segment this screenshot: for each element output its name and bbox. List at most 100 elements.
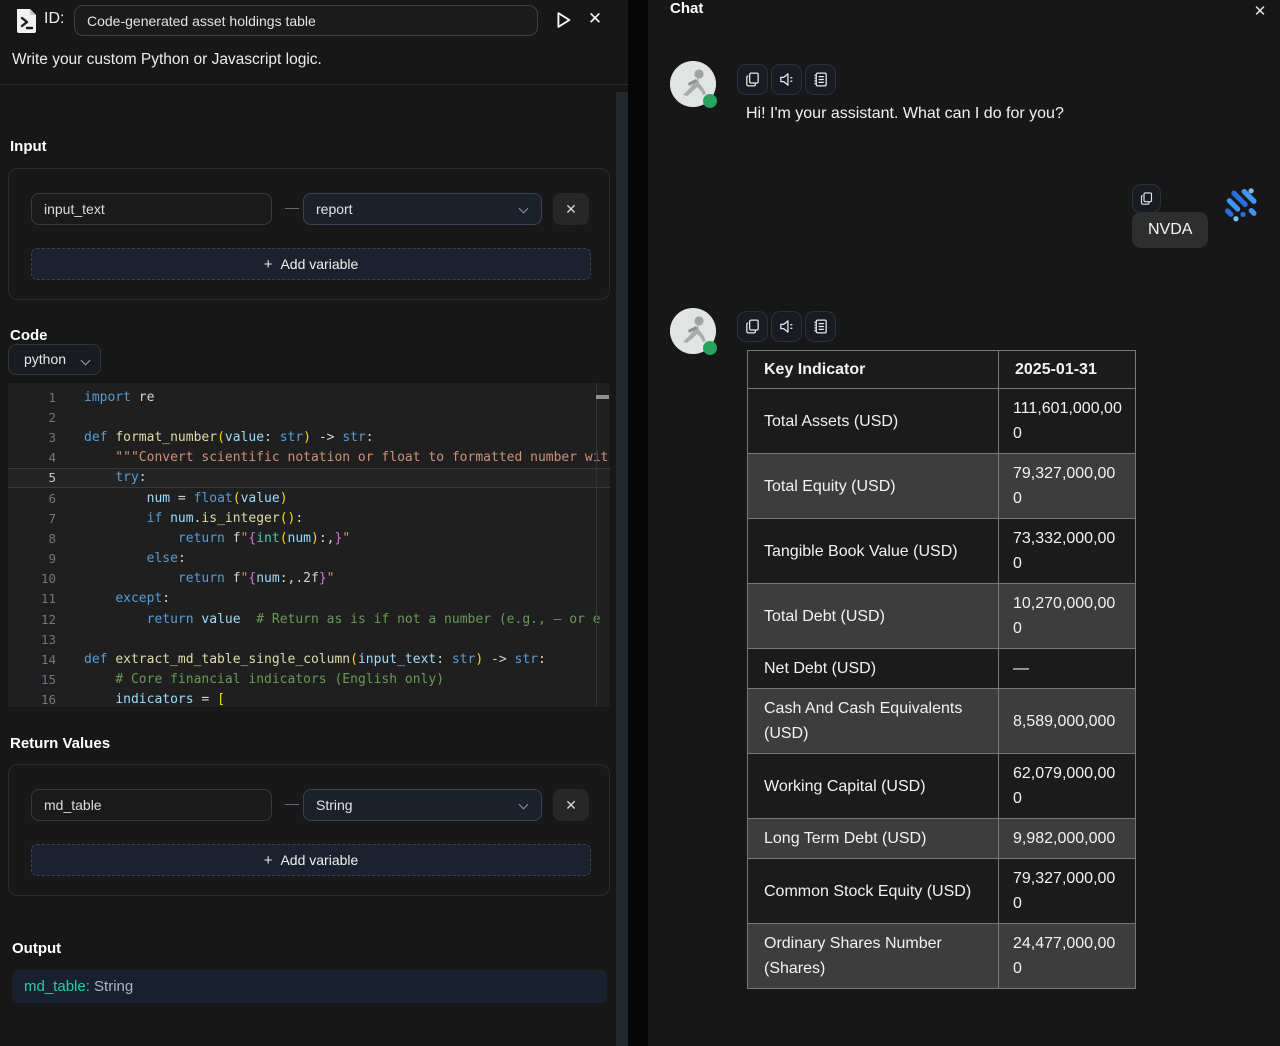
node-header: ID: ✕ <box>0 0 628 42</box>
indicator-label-cell: Working Capital (USD) <box>748 754 999 819</box>
table-row: Net Debt (USD)— <box>748 649 1136 689</box>
header-divider <box>0 84 628 85</box>
id-label: ID: <box>44 10 64 28</box>
code-line: 8 return f"{int(num):,}" <box>8 528 610 548</box>
line-number: 9 <box>8 551 56 566</box>
code-line-content: indicators = [ <box>84 692 225 707</box>
table-row: Working Capital (USD)62,079,000,000 <box>748 754 1136 819</box>
left-panel-scrollbar[interactable] <box>616 92 628 1046</box>
code-line-content: return value # Return as is if not a num… <box>84 612 601 627</box>
table-header-indicator: Key Indicator <box>748 351 999 389</box>
code-line: 9 else: <box>8 549 610 569</box>
code-line: 3def format_number(value: str) -> str: <box>8 427 610 447</box>
online-status-dot <box>703 94 717 108</box>
return-variables-card: — String ✕ +Add variable <box>8 764 610 896</box>
chat-close-icon[interactable]: ✕ <box>1250 2 1270 22</box>
notes-icon[interactable] <box>805 64 836 95</box>
code-line: 16 indicators = [ <box>8 690 610 707</box>
code-line: 14 def extract_md_table_single_column(inp… <box>8 649 610 669</box>
add-input-variable-button[interactable]: +Add variable <box>31 248 591 280</box>
notes-icon[interactable] <box>805 311 836 342</box>
remove-return-variable-button[interactable]: ✕ <box>553 789 589 821</box>
indicator-label-cell: Tangible Book Value (USD) <box>748 519 999 584</box>
language-select[interactable]: python <box>8 344 101 375</box>
financial-indicators-table: Key Indicator 2025-01-31 Total Assets (U… <box>747 350 1136 989</box>
code-editor[interactable]: 1import re23def format_number(value: str… <box>8 383 610 707</box>
line-number: 14 <box>8 652 56 667</box>
indicator-value-cell: 79,327,000,000 <box>999 454 1136 519</box>
speaker-icon[interactable] <box>771 64 802 95</box>
remove-input-variable-button[interactable]: ✕ <box>553 193 589 225</box>
copy-icon[interactable] <box>737 311 768 342</box>
line-number: 4 <box>8 450 56 465</box>
line-number: 5 <box>8 470 56 485</box>
input-section-title: Input <box>10 138 47 155</box>
panel-subtitle: Write your custom Python or Javascript l… <box>12 51 322 69</box>
code-line-content: def extract_md_table_single_column(input… <box>84 652 546 667</box>
app-root: ID: ✕ Write your custom Python or Javasc… <box>0 0 1280 1046</box>
table-header-row: Key Indicator 2025-01-31 <box>748 351 1136 389</box>
code-file-icon <box>14 7 38 34</box>
table-row: Cash And Cash Equivalents (USD)8,589,000… <box>748 689 1136 754</box>
code-line: 12 return value # Return as is if not a … <box>8 609 610 629</box>
indicator-value-cell: 111,601,000,000 <box>999 389 1136 454</box>
line-number: 12 <box>8 612 56 627</box>
output-row: md_table: String <box>12 970 607 1003</box>
dash-icon: — <box>281 199 303 215</box>
node-id-input[interactable] <box>74 5 538 36</box>
code-line: 13 <box>8 629 610 649</box>
output-variable-name: md_table: <box>24 978 90 995</box>
chevron-down-icon <box>81 356 91 366</box>
run-button[interactable] <box>552 9 574 31</box>
code-line-content: if num.is_integer(): <box>84 511 303 526</box>
code-line-content: import re <box>84 390 154 405</box>
input-variable-type-select[interactable]: report <box>303 193 542 225</box>
assistant-message-text: Hi! I'm your assistant. What can I do fo… <box>746 105 1064 123</box>
user-message-bubble: NVDA <box>1132 212 1208 248</box>
online-status-dot <box>703 341 717 355</box>
indicator-label-cell: Total Debt (USD) <box>748 584 999 649</box>
indicator-value-cell: 9,982,000,000 <box>999 819 1136 859</box>
add-return-variable-button[interactable]: +Add variable <box>31 844 591 876</box>
indicator-value-cell: 10,270,000,000 <box>999 584 1136 649</box>
indicator-value-cell: 24,477,000,000 <box>999 924 1136 989</box>
add-variable-label: Add variable <box>280 852 358 868</box>
code-line-content: else: <box>84 551 186 566</box>
input-variable-name-field[interactable] <box>31 193 272 225</box>
indicator-label-cell: Ordinary Shares Number (Shares) <box>748 924 999 989</box>
table-row: Common Stock Equity (USD)79,327,000,000 <box>748 859 1136 924</box>
speaker-icon[interactable] <box>771 311 802 342</box>
return-variable-type-select[interactable]: String <box>303 789 542 821</box>
code-line: 10 return f"{num:,.2f}" <box>8 569 610 589</box>
code-line: 4 """Convert scientific notation or floa… <box>8 448 610 468</box>
dash-icon: — <box>281 795 303 811</box>
code-line-content: # Core financial indicators (English onl… <box>84 672 444 687</box>
indicator-label-cell: Common Stock Equity (USD) <box>748 859 999 924</box>
output-variable-type: String <box>90 978 133 995</box>
code-line: 2 <box>8 407 610 427</box>
table-row: Tangible Book Value (USD)73,332,000,000 <box>748 519 1136 584</box>
table-header-date: 2025-01-31 <box>999 351 1136 389</box>
editor-scrollbar-thumb[interactable] <box>596 395 609 399</box>
chevron-down-icon <box>519 204 529 214</box>
editor-scrollbar[interactable] <box>596 383 610 707</box>
message-toolbar <box>737 311 836 342</box>
code-line-content: """Convert scientific notation or float … <box>84 450 608 465</box>
user-avatar-logo <box>1220 183 1266 229</box>
code-line: 15 # Core financial indicators (English … <box>8 670 610 690</box>
copy-icon[interactable] <box>1132 184 1161 213</box>
table-row: Total Equity (USD)79,327,000,000 <box>748 454 1136 519</box>
plus-icon: + <box>264 256 273 273</box>
code-line: 11 except: <box>8 589 610 609</box>
line-number: 7 <box>8 511 56 526</box>
table-row: Total Assets (USD)111,601,000,000 <box>748 389 1136 454</box>
line-number: 6 <box>8 491 56 506</box>
chat-panel: Chat ✕ <box>648 0 1280 1046</box>
chat-title: Chat <box>670 0 703 17</box>
close-panel-icon[interactable]: ✕ <box>584 8 606 30</box>
indicator-label-cell: Long Term Debt (USD) <box>748 819 999 859</box>
return-variable-name-field[interactable] <box>31 789 272 821</box>
table-row: Long Term Debt (USD)9,982,000,000 <box>748 819 1136 859</box>
copy-icon[interactable] <box>737 64 768 95</box>
line-number: 16 <box>8 692 56 707</box>
